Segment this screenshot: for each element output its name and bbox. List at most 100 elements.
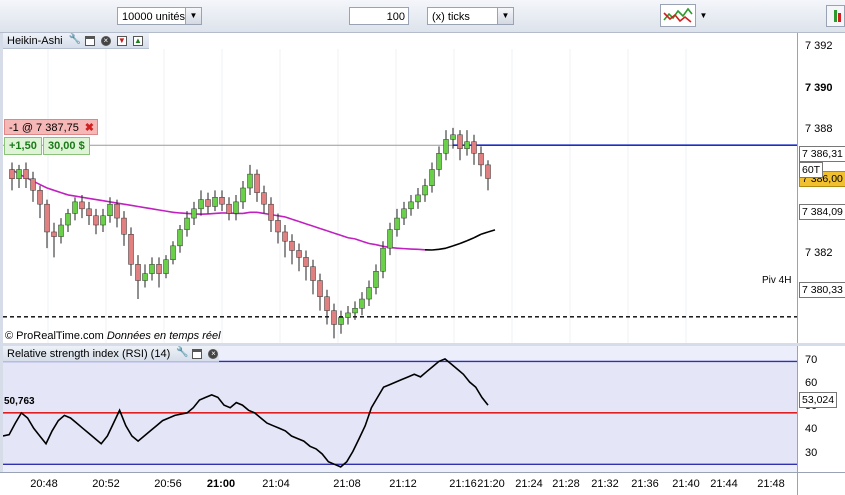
candle-body xyxy=(234,202,239,214)
candle-body xyxy=(192,209,197,218)
chevron-down-icon[interactable]: ▼ xyxy=(185,8,201,24)
ma-segment xyxy=(334,233,341,235)
ma-segment xyxy=(89,198,96,199)
close-order-icon[interactable]: ✖ xyxy=(85,120,94,136)
time-x-axis[interactable]: 20:4820:5220:5621:0021:0421:0821:1221:16… xyxy=(0,472,797,495)
candle-body xyxy=(353,308,358,313)
ma-segment xyxy=(103,201,110,202)
x-tick-label: 20:48 xyxy=(30,478,58,490)
ma-segment xyxy=(166,211,173,212)
candle-body xyxy=(430,169,435,185)
pnl-points-badge: +1,50 xyxy=(4,137,42,155)
candle-body xyxy=(157,264,162,273)
pnl-amount-badge: 30,00 $ xyxy=(43,137,90,155)
ma-segment xyxy=(145,208,152,209)
ma-segment xyxy=(40,185,47,188)
ma-segment xyxy=(376,245,383,247)
rsi-current-tag: 53,024 xyxy=(799,392,837,408)
rsi-panel-header: Relative strength index (RSI) (14) 🔧 × xyxy=(3,346,219,362)
y-tick-label: 70 xyxy=(805,354,817,366)
candle-body xyxy=(318,281,323,297)
chart-style-button[interactable] xyxy=(660,4,696,27)
candle-body xyxy=(101,216,106,225)
ticks-unit-value: (x) ticks xyxy=(432,11,470,23)
candle-body xyxy=(213,197,218,206)
order-label[interactable]: -1 @ 7 387,75 ✖ xyxy=(4,119,98,135)
close-icon[interactable]: × xyxy=(208,349,218,359)
quantity-select[interactable]: 10000 unités ▼ xyxy=(117,7,202,25)
ma-segment xyxy=(320,228,327,230)
arrow-up-icon[interactable]: ▲ xyxy=(133,36,143,46)
candle-body xyxy=(311,267,316,281)
candle-body xyxy=(416,195,421,202)
ma-segment xyxy=(474,234,481,237)
wrench-icon[interactable]: 🔧 xyxy=(69,36,79,46)
x-tick-label: 21:12 xyxy=(389,478,417,490)
chevron-down-icon[interactable]: ▼ xyxy=(497,8,513,24)
ma-segment xyxy=(278,216,285,217)
chart-style-icon xyxy=(661,5,695,26)
x-tick-label: 21:44 xyxy=(710,478,738,490)
panel-toggle-button[interactable] xyxy=(826,5,845,27)
chart-style-dropdown[interactable]: ▼ xyxy=(697,7,710,25)
chart-icon xyxy=(828,6,845,26)
ma-segment xyxy=(292,219,299,221)
candle-body xyxy=(136,264,141,280)
ma-segment xyxy=(369,244,376,245)
price-chart-canvas[interactable] xyxy=(3,33,797,343)
candle-body xyxy=(38,190,43,204)
candle-body xyxy=(423,186,428,195)
ma-segment xyxy=(173,212,180,213)
candle-body xyxy=(59,225,64,237)
candle-body xyxy=(143,274,148,281)
arrow-down-icon[interactable]: ▼ xyxy=(117,36,127,46)
close-icon[interactable]: × xyxy=(101,36,111,46)
candle-body xyxy=(304,257,309,266)
x-tick-label: 21:08 xyxy=(333,478,361,490)
candle-body xyxy=(206,200,211,207)
ticks-unit-select[interactable]: (x) ticks ▼ xyxy=(427,7,514,25)
candle-body xyxy=(17,169,22,178)
pivot-label: Piv 4H xyxy=(762,275,791,286)
candle-body xyxy=(472,142,477,154)
candle-body xyxy=(339,318,344,325)
candle-body xyxy=(10,169,15,178)
ma-segment xyxy=(313,226,320,228)
ma-segment xyxy=(243,212,250,213)
x-tick-label: 21:20 xyxy=(477,478,505,490)
rsi-left-value: 50,763 xyxy=(4,396,35,407)
price-y-axis[interactable]: 7 392 7 390 7 388 7 382 7 386,31 7 386,0… xyxy=(797,33,845,343)
maximize-icon[interactable] xyxy=(85,36,95,46)
x-tick-label: 21:24 xyxy=(515,478,543,490)
candle-body xyxy=(269,204,274,220)
candle-body xyxy=(346,313,351,318)
ma-segment xyxy=(467,238,474,241)
order-label-text: -1 @ 7 387,75 xyxy=(9,122,79,134)
wrench-icon[interactable]: 🔧 xyxy=(176,349,186,359)
y-tick-label: 40 xyxy=(805,423,817,435)
ma-segment xyxy=(355,239,362,241)
maximize-icon[interactable] xyxy=(192,349,202,359)
ma-segment xyxy=(75,196,82,197)
ma-segment xyxy=(131,205,138,206)
rsi-chart-canvas[interactable] xyxy=(3,346,797,472)
ma-segment xyxy=(341,235,348,237)
x-tick-label: 20:52 xyxy=(92,478,120,490)
candle-body xyxy=(374,271,379,287)
ma-segment xyxy=(110,202,117,203)
candle-body xyxy=(199,200,204,209)
ticks-input[interactable]: 100 xyxy=(349,7,409,25)
rsi-y-axis[interactable]: 70 60 50 40 30 53,024 xyxy=(797,346,845,472)
ma-segment xyxy=(82,197,89,198)
ticks-value: 100 xyxy=(387,11,405,23)
price-chart-panel: Heikin-Ashi 🔧 × ▼ ▲ -1 @ 7 387,75 ✖ +1,5… xyxy=(3,33,797,343)
ma-segment xyxy=(285,217,292,219)
y-tick-label: 7 388 xyxy=(805,123,833,135)
ma-segment xyxy=(159,210,166,211)
candle-body xyxy=(402,209,407,218)
watermark-note: Données en temps réel xyxy=(107,330,221,342)
candle-body xyxy=(458,135,463,149)
rsi-panel-title: Relative strength index (RSI) (14) xyxy=(7,348,170,360)
candle-body xyxy=(129,234,134,264)
x-tick-label: 21:04 xyxy=(262,478,290,490)
